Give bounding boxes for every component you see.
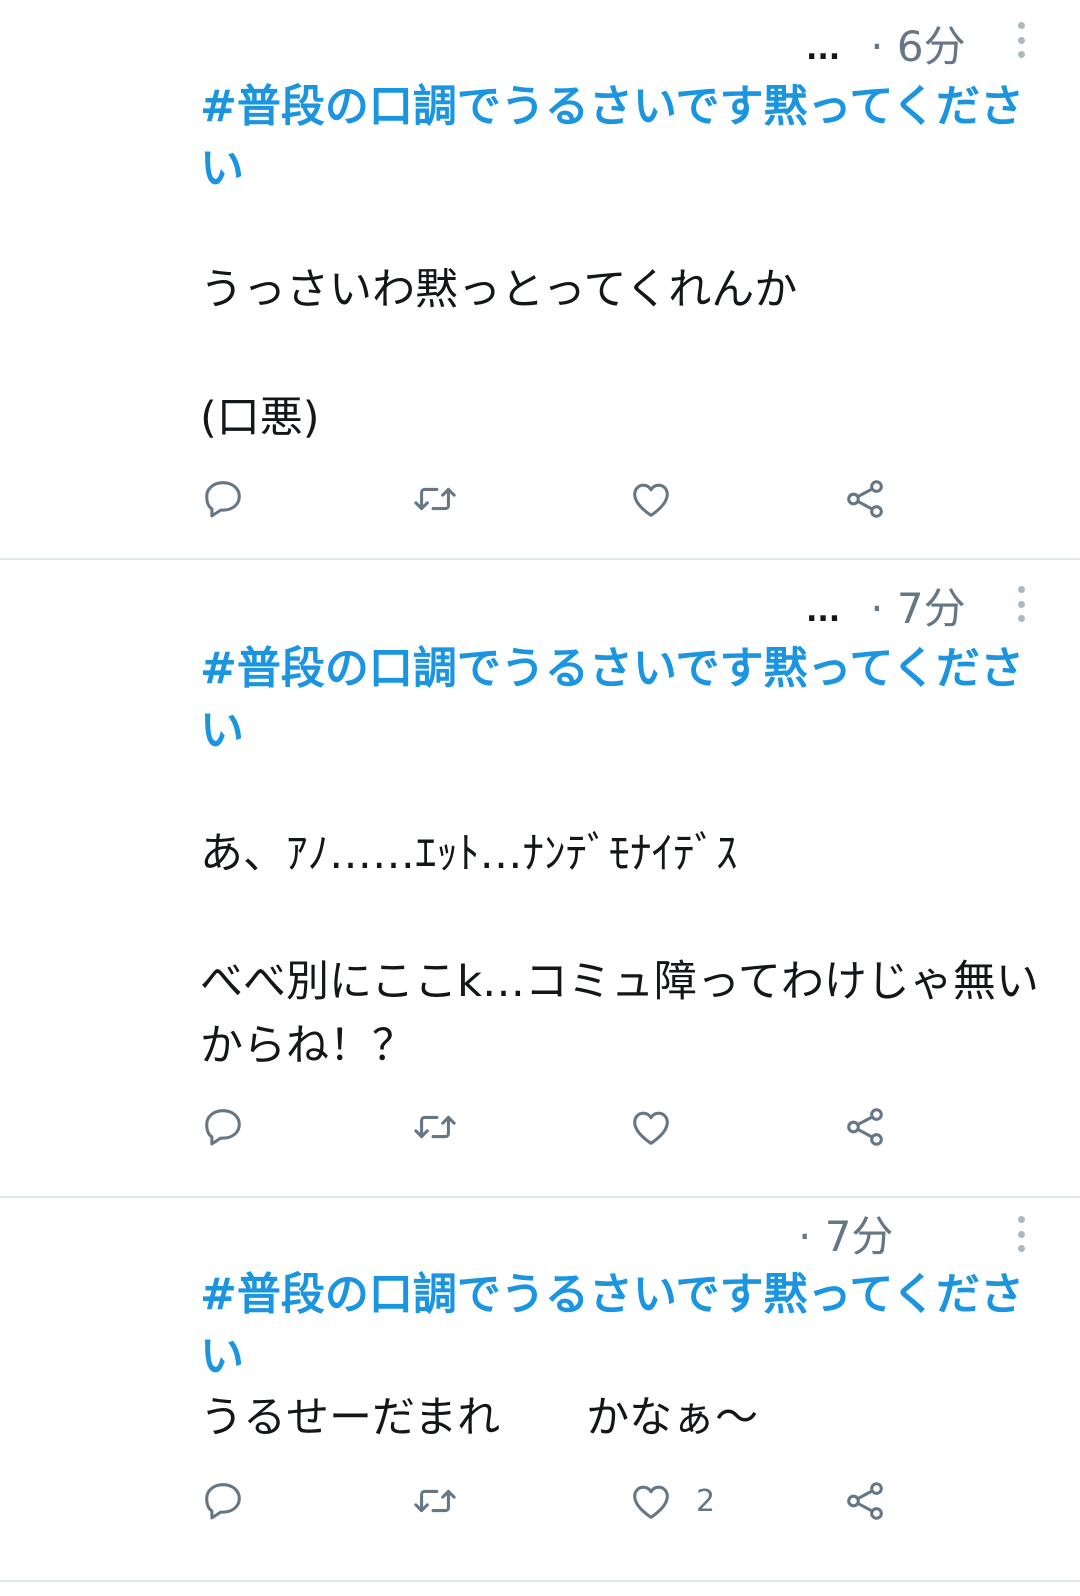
share-button[interactable] <box>842 476 888 522</box>
share-icon <box>847 1482 883 1520</box>
share-button[interactable] <box>842 1104 888 1150</box>
tweet-2[interactable]: ... · 7分 #普段の口調でうるさいです黙ってください あ、ｱﾉ……ｴｯﾄ…… <box>0 560 1080 1196</box>
like-button[interactable] <box>628 476 696 522</box>
share-icon <box>847 1108 883 1146</box>
like-button[interactable] <box>628 1104 696 1150</box>
tweet-text: あ、ｱﾉ……ｴｯﾄ…ﾅﾝﾃﾞﾓﾅｲﾃﾞｽ べべ別にここk…コミュ障ってわけじゃ無… <box>200 829 1039 1071</box>
author-truncated: ... <box>806 593 841 629</box>
retweet-icon <box>414 1115 456 1139</box>
reply-button[interactable] <box>200 1478 246 1524</box>
tweet-actions <box>200 476 920 526</box>
heart-icon <box>633 483 669 517</box>
like-count: 2 <box>696 1483 716 1519</box>
like-button[interactable]: 2 <box>628 1478 715 1524</box>
reply-button[interactable] <box>200 476 246 522</box>
timestamp[interactable]: · 7分 <box>870 575 965 636</box>
divider <box>0 1580 1080 1582</box>
share-button[interactable] <box>842 1478 888 1524</box>
hashtag-link[interactable]: #普段の口調でうるさいです黙ってください <box>200 1264 1058 1388</box>
tweet-actions <box>200 1104 920 1154</box>
hashtag-link[interactable]: #普段の口調でうるさいです黙ってください <box>200 76 1058 200</box>
retweet-icon <box>414 487 456 511</box>
reply-icon <box>205 1109 241 1146</box>
tweet-3[interactable]: · 7分 #普段の口調でうるさいです黙ってください うるせーだまれ かなぁ〜 2 <box>0 1198 1080 1580</box>
tweet-1[interactable]: ... · 6分 #普段の口調でうるさいです黙ってください うっさいわ黙っとって… <box>0 0 1080 558</box>
heart-icon <box>633 1485 669 1519</box>
tweet-meta: · 7分 <box>798 1208 893 1261</box>
reply-icon <box>205 1483 241 1520</box>
more-vertical-icon[interactable] <box>1018 586 1026 622</box>
tweet-text: うっさいわ黙っとってくれんか (口悪) <box>200 265 798 443</box>
reply-button[interactable] <box>200 1104 246 1150</box>
reply-icon <box>205 481 241 518</box>
timestamp[interactable]: · 6分 <box>870 13 965 74</box>
share-icon <box>847 480 883 518</box>
heart-icon <box>633 1111 669 1145</box>
more-vertical-icon[interactable] <box>1018 1216 1026 1252</box>
tweet-meta: ... · 7分 <box>806 580 966 633</box>
retweet-button[interactable] <box>412 1104 458 1150</box>
tweet-actions: 2 <box>200 1478 920 1528</box>
author-truncated: ... <box>806 31 841 67</box>
tweet-text: うるせーだまれ かなぁ〜 <box>200 1393 759 1443</box>
tweet-meta: ... · 6分 <box>806 18 966 71</box>
hashtag-link[interactable]: #普段の口調でうるさいです黙ってください <box>200 638 1058 762</box>
timestamp[interactable]: · 7分 <box>798 1203 893 1264</box>
more-vertical-icon[interactable] <box>1018 22 1026 58</box>
retweet-button[interactable] <box>412 1478 458 1524</box>
retweet-button[interactable] <box>412 476 458 522</box>
retweet-icon <box>414 1489 456 1513</box>
